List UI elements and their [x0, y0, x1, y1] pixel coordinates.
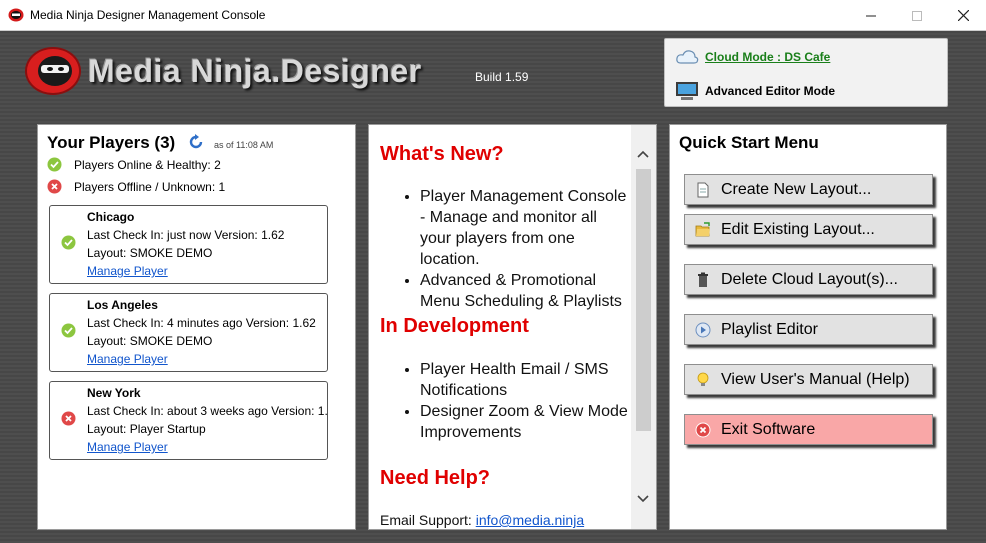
lightbulb-icon [697, 372, 709, 386]
player-name: Chicago [87, 210, 135, 224]
build-number: Build 1.59 [475, 70, 529, 84]
player-card-chicago: Chicago Last Check In: just now Version:… [49, 205, 328, 284]
player-layout: Layout: SMOKE DEMO [87, 334, 213, 348]
exit-software-label: Exit Software [721, 420, 816, 438]
maximize-button[interactable] [894, 0, 940, 31]
check-circle-icon [47, 157, 62, 172]
player-checkin: Last Check In: just now Version: 1.62 [87, 228, 285, 242]
ninja-app-icon [8, 8, 24, 22]
window-title: Media Ninja Designer Management Console [30, 8, 266, 22]
email-support: Email Support: info@media.ninja [380, 512, 584, 528]
list-item: Player Management Console - Manage and m… [420, 186, 631, 270]
manage-player-link[interactable]: Manage Player [87, 440, 168, 454]
quick-start-title: Quick Start Menu [679, 133, 819, 152]
player-card-new-york: New York Last Check In: about 3 weeks ag… [49, 381, 328, 460]
player-name: New York [87, 386, 141, 400]
manage-player-link[interactable]: Manage Player [87, 264, 168, 278]
exit-icon [695, 422, 711, 437]
playlist-editor-button[interactable]: Playlist Editor [684, 314, 933, 345]
news-scrollbar[interactable] [631, 125, 656, 529]
mode-panel: Cloud Mode : DS Cafe Advanced Editor Mod… [664, 38, 948, 107]
player-name: Los Angeles [87, 298, 158, 312]
player-layout: Layout: SMOKE DEMO [87, 246, 213, 260]
error-circle-icon [61, 411, 76, 426]
delete-cloud-layout-label: Delete Cloud Layout(s)... [721, 270, 898, 288]
check-circle-icon [61, 323, 76, 338]
delete-cloud-layout-button[interactable]: Delete Cloud Layout(s)... [684, 264, 933, 295]
manage-player-link[interactable]: Manage Player [87, 352, 168, 366]
chevron-up-icon[interactable] [637, 149, 649, 159]
close-icon [957, 10, 969, 21]
new-document-icon [697, 182, 709, 197]
refresh-icon[interactable] [188, 134, 204, 150]
advanced-editor-mode[interactable]: Advanced Editor Mode [675, 81, 835, 101]
maximize-icon [912, 10, 922, 21]
advanced-editor-label: Advanced Editor Mode [705, 84, 836, 98]
cloud-icon [676, 50, 699, 64]
player-card-los-angeles: Los Angeles Last Check In: 4 minutes ago… [49, 293, 328, 372]
players-online-status: Players Online & Healthy: 2 [47, 157, 221, 172]
app-body: Media Ninja.Designer Build 1.59 Cloud Mo… [0, 31, 986, 543]
trash-icon [698, 272, 708, 287]
players-offline-label: Players Offline / Unknown: 1 [74, 179, 226, 194]
edit-layout-label: Edit Existing Layout... [721, 220, 875, 238]
news-content: What's New? Player Management Console - … [369, 125, 631, 529]
scrollbar-thumb[interactable] [636, 169, 651, 431]
playlist-editor-label: Playlist Editor [721, 320, 818, 338]
email-support-label: Email Support: [380, 512, 476, 528]
news-panel: What's New? Player Management Console - … [368, 124, 657, 530]
list-item: Advanced & Promotional Menu Scheduling &… [420, 270, 631, 312]
close-window-button[interactable] [940, 0, 986, 31]
playlist-icon [695, 322, 711, 337]
create-layout-button[interactable]: Create New Layout... [684, 174, 933, 205]
last-updated-time: as of 11:08 AM [214, 140, 274, 150]
players-title: Your Players (3) [47, 133, 176, 152]
player-checkin: Last Check In: about 3 weeks ago Version… [87, 404, 327, 418]
list-item: Designer Zoom & View Mode Improvements [420, 401, 631, 443]
whats-new-heading: What's New? [380, 143, 504, 165]
players-offline-status: Players Offline / Unknown: 1 [47, 179, 225, 194]
list-item: Player Health Email / SMS Notifications [420, 359, 631, 401]
player-checkin: Last Check In: 4 minutes ago Version: 1.… [87, 316, 316, 330]
window-titlebar: Media Ninja Designer Management Console [0, 0, 986, 31]
app-logo-text: Media Ninja.Designer [88, 53, 422, 89]
user-manual-label: View User's Manual (Help) [721, 370, 910, 388]
players-panel: Your Players (3) as of 11:08 AM Players … [37, 124, 356, 530]
monitor-icon [676, 82, 698, 100]
player-layout: Layout: Player Startup [87, 422, 206, 436]
exit-software-button[interactable]: Exit Software [684, 414, 933, 445]
user-manual-button[interactable]: View User's Manual (Help) [684, 364, 933, 395]
quick-start-panel: Quick Start Menu Create New Layout... Ed… [669, 124, 947, 530]
need-help-heading: Need Help? [380, 467, 491, 489]
cloud-mode-label: Cloud Mode : DS Cafe [705, 50, 831, 64]
error-circle-icon [47, 179, 62, 194]
chevron-down-icon[interactable] [637, 494, 649, 504]
open-folder-icon [695, 221, 710, 236]
check-circle-icon [61, 235, 76, 250]
whats-new-list: Player Management Console - Manage and m… [403, 186, 631, 312]
ninja-logo-icon [25, 47, 81, 95]
minimize-button[interactable] [848, 0, 894, 31]
minimize-icon [866, 15, 876, 16]
in-development-list: Player Health Email / SMS Notifications … [403, 359, 631, 443]
in-development-heading: In Development [380, 315, 529, 337]
cloud-mode-link[interactable]: Cloud Mode : DS Cafe [675, 47, 830, 67]
create-layout-label: Create New Layout... [721, 180, 872, 198]
players-online-label: Players Online & Healthy: 2 [74, 157, 221, 172]
email-support-link[interactable]: info@media.ninja [476, 512, 584, 528]
edit-layout-button[interactable]: Edit Existing Layout... [684, 214, 933, 245]
